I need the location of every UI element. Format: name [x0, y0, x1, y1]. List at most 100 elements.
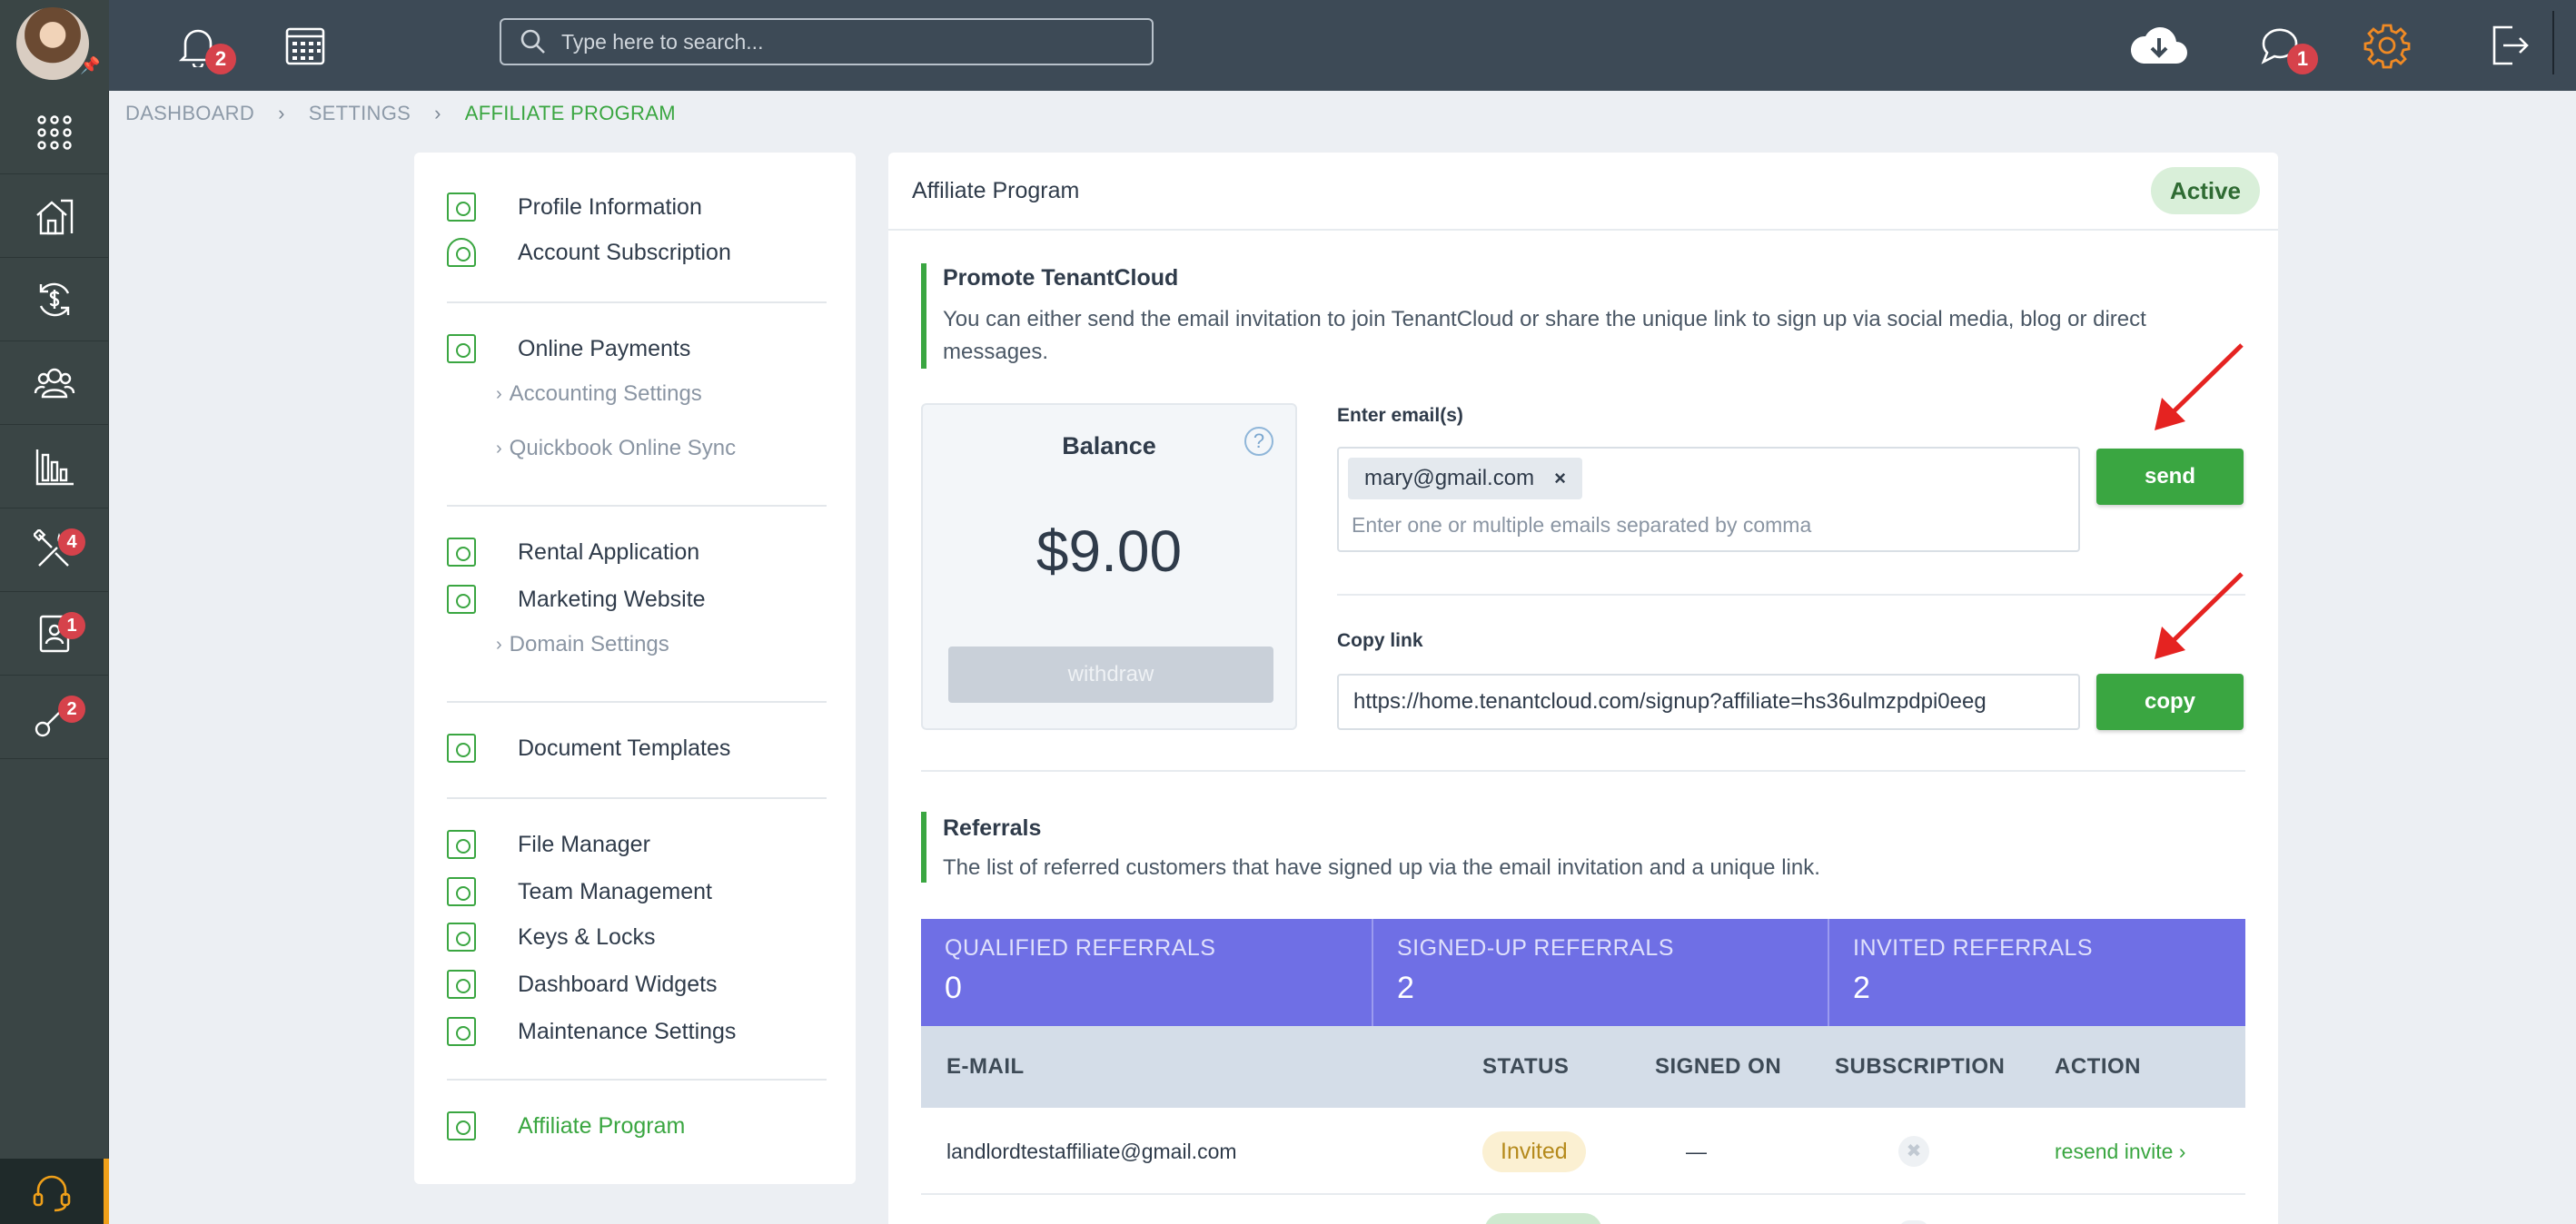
- page-title: Affiliate Program: [912, 178, 1080, 203]
- cloud-download-icon: [2130, 27, 2187, 64]
- section-accent-bar: [921, 263, 926, 369]
- breadcrumb-settings[interactable]: SETTINGS: [309, 102, 411, 125]
- stat-signed-up: SIGNED-UP REFERRALS 2: [1373, 919, 1829, 1026]
- affiliate-link-field[interactable]: [1337, 674, 2080, 730]
- email-input[interactable]: [1352, 508, 2060, 541]
- messages-button[interactable]: 1: [2253, 15, 2318, 76]
- applications-badge: 1: [58, 612, 85, 639]
- sidebar-divider: [447, 797, 827, 799]
- table-header: E-MAIL STATUS SIGNED ON SUBSCRIPTION ACT…: [921, 1026, 2245, 1108]
- sidebar-subitem-accounting-settings[interactable]: › Accounting Settings: [496, 378, 702, 410]
- topbar-divider: [2552, 11, 2554, 74]
- balance-card: Balance ? $9.00 withdraw: [921, 403, 1297, 730]
- sidebar-item-label: Dashboard Widgets: [518, 971, 718, 997]
- affiliate-icon: [447, 1111, 476, 1140]
- sidebar-item-profile-information[interactable]: Profile Information: [447, 189, 702, 225]
- sidebar-item-online-payments[interactable]: Online Payments: [447, 331, 690, 367]
- notifications-button[interactable]: 2: [171, 15, 236, 76]
- column-header-subscription: SUBSCRIPTION: [1835, 1054, 2006, 1079]
- resend-invite-link[interactable]: resend invite ›: [2055, 1108, 2185, 1195]
- chevron-right-icon: ›: [496, 383, 502, 404]
- logout-button[interactable]: [2482, 15, 2536, 76]
- stat-value: 2: [1853, 971, 1870, 1005]
- sidebar-item-label: Online Payments: [518, 335, 691, 361]
- nav-contacts[interactable]: [0, 341, 109, 425]
- left-navigation: 📌 4 1 2: [0, 0, 109, 1224]
- enter-emails-label: Enter email(s): [1337, 405, 1463, 426]
- search-box[interactable]: [500, 18, 1154, 65]
- row-signed-on: —: [1686, 1139, 1707, 1163]
- sidebar-item-rental-application[interactable]: Rental Application: [447, 534, 699, 570]
- nav-keys[interactable]: 2: [0, 676, 109, 759]
- messages-badge: 1: [2287, 44, 2318, 74]
- breadcrumb-dashboard[interactable]: DASHBOARD: [125, 102, 254, 125]
- send-button[interactable]: send: [2096, 449, 2244, 505]
- calendar-button[interactable]: [278, 15, 332, 76]
- breadcrumb-chevron-icon: ›: [278, 102, 285, 124]
- sidebar-item-affiliate-program[interactable]: Affiliate Program: [447, 1108, 685, 1144]
- stat-label: SIGNED-UP REFERRALS: [1397, 935, 1674, 961]
- affiliate-program-panel: Affiliate Program Active Promote TenantC…: [888, 153, 2278, 1224]
- email-chip: mary@gmail.com ×: [1348, 458, 1582, 499]
- sidebar-item-account-subscription[interactable]: Account Subscription: [447, 234, 731, 271]
- nav-properties[interactable]: [0, 174, 109, 258]
- balance-amount: $9.00: [1035, 518, 1183, 584]
- calendar-icon: [285, 27, 325, 65]
- help-icon[interactable]: ?: [1244, 427, 1273, 456]
- sidebar-subitem-label: Quickbook Online Sync: [509, 436, 737, 460]
- support-button[interactable]: [0, 1159, 109, 1224]
- table-row: landlordtestaffiliate@gmail.com Invited …: [921, 1108, 2245, 1195]
- sidebar-item-maintenance-settings[interactable]: Maintenance Settings: [447, 1013, 736, 1050]
- remove-chip-icon[interactable]: ×: [1554, 467, 1566, 490]
- document-icon: [447, 734, 476, 763]
- sidebar-item-document-templates[interactable]: Document Templates: [447, 730, 730, 766]
- image-icon: [447, 585, 476, 614]
- apps-grid-icon: [37, 114, 72, 150]
- copy-button[interactable]: copy: [2096, 674, 2244, 730]
- maintenance-settings-icon: [447, 1017, 476, 1046]
- pin-icon[interactable]: 📌: [80, 56, 100, 74]
- sidebar-item-dashboard-widgets[interactable]: Dashboard Widgets: [447, 966, 718, 1002]
- sidebar-item-file-manager[interactable]: File Manager: [447, 826, 650, 863]
- referral-stats: QUALIFIED REFERRALS 0 SIGNED-UP REFERRAL…: [921, 919, 2245, 1026]
- nav-accounting[interactable]: [0, 258, 109, 341]
- sidebar-divider: [447, 1079, 827, 1081]
- settings-sidebar: Profile Information Account Subscription…: [414, 153, 856, 1184]
- sidebar-item-keys-locks[interactable]: Keys & Locks: [447, 919, 655, 955]
- sidebar-item-label: File Manager: [518, 831, 650, 857]
- sidebar-item-label: Document Templates: [518, 735, 731, 761]
- sidebar-item-label: Profile Information: [518, 193, 702, 220]
- sidebar-item-label: Rental Application: [518, 538, 700, 565]
- search-input[interactable]: [561, 29, 1106, 54]
- sidebar-subitem-domain-settings[interactable]: › Domain Settings: [496, 628, 669, 661]
- nav-maintenance[interactable]: 4: [0, 508, 109, 592]
- gear-icon: [2363, 24, 2411, 69]
- nav-apps[interactable]: [0, 91, 109, 174]
- search-icon: [520, 29, 545, 54]
- logout-icon: [2492, 25, 2529, 65]
- chevron-right-icon: ›: [496, 438, 502, 459]
- nav-applications[interactable]: 1: [0, 592, 109, 676]
- withdraw-button[interactable]: withdraw: [948, 647, 1273, 703]
- top-bar: 2 1: [109, 0, 2576, 91]
- sidebar-subitem-quickbook-sync[interactable]: › Quickbook Online Sync: [496, 432, 736, 465]
- sidebar-item-team-management[interactable]: Team Management: [447, 874, 712, 910]
- section-divider: [921, 770, 2245, 772]
- nav-reports[interactable]: [0, 425, 109, 508]
- folder-icon: [447, 830, 476, 859]
- sidebar-subitem-label: Domain Settings: [509, 632, 669, 656]
- subscription-icon-partial: [1898, 1220, 1929, 1224]
- promote-description: You can either send the email invitation…: [943, 307, 2146, 364]
- sidebar-item-marketing-website[interactable]: Marketing Website: [447, 581, 706, 617]
- user-avatar[interactable]: 📌: [0, 0, 109, 91]
- chevron-right-icon: ›: [496, 634, 502, 655]
- sidebar-subitem-label: Accounting Settings: [509, 381, 702, 406]
- email-field[interactable]: mary@gmail.com ×: [1337, 447, 2080, 552]
- contacts-icon: [34, 368, 75, 398]
- download-button[interactable]: [2127, 15, 2191, 76]
- section-accent-bar: [921, 812, 926, 883]
- team-icon: [447, 877, 476, 906]
- application-icon: [447, 538, 476, 567]
- settings-button[interactable]: [2360, 15, 2414, 76]
- stat-value: 0: [945, 971, 962, 1005]
